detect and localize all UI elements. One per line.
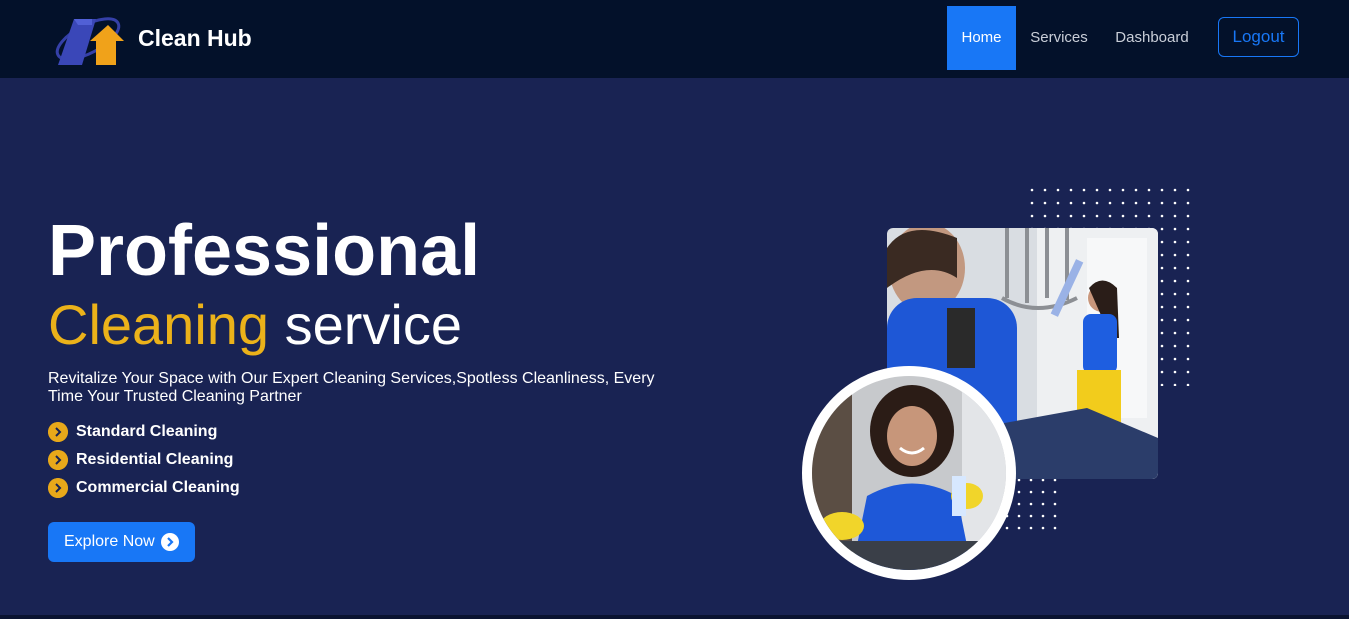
chevron-right-icon	[48, 450, 68, 470]
brand-name[interactable]: Clean Hub	[138, 24, 252, 52]
hero-description: Revitalize Your Space with Our Expert Cl…	[48, 370, 655, 405]
hero-subtitle-accent: Cleaning	[48, 293, 270, 356]
nav-dashboard[interactable]: Dashboard	[1104, 6, 1200, 70]
cleaner-portrait-photo	[802, 366, 1016, 580]
navbar: Clean Hub Home Services Dashboard Logout	[0, 0, 1349, 78]
hero-subtitle-rest: service	[284, 293, 462, 356]
hero-title: Professional	[48, 211, 481, 291]
explore-now-button[interactable]: Explore Now	[48, 522, 195, 562]
feature-label: Standard Cleaning	[76, 423, 218, 440]
chevron-right-icon	[48, 422, 68, 442]
chevron-right-icon	[48, 478, 68, 498]
nav-services[interactable]: Services	[1020, 6, 1098, 70]
logout-button[interactable]: Logout	[1218, 17, 1299, 57]
feature-label: Commercial Cleaning	[76, 479, 240, 496]
hero-subtitle: Cleaning service	[48, 293, 462, 357]
nav-home[interactable]: Home	[947, 6, 1016, 70]
feature-label: Residential Cleaning	[76, 451, 234, 468]
page-footer-edge	[0, 615, 1349, 619]
arrow-circle-right-icon	[161, 533, 179, 551]
explore-now-label: Explore Now	[64, 533, 155, 550]
clean-hub-logo[interactable]	[52, 11, 124, 67]
